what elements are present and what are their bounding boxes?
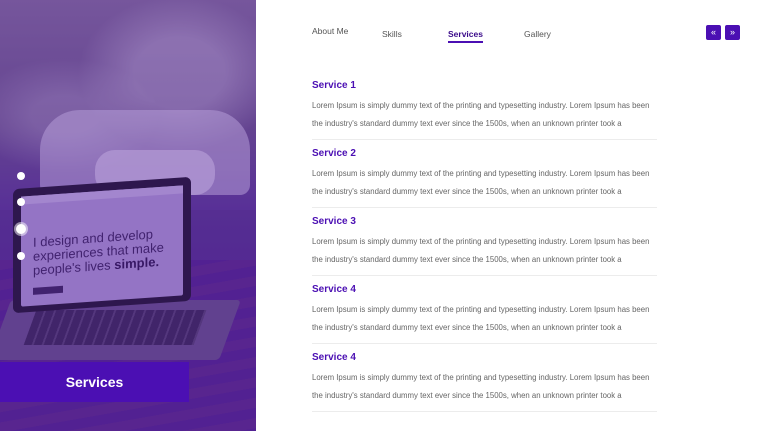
service-title: Service 3 <box>312 216 356 227</box>
service-item: Service 4 Lorem Ipsum is simply dummy te… <box>312 344 657 412</box>
nav-services[interactable]: Services <box>448 29 483 43</box>
dot-nav-item-3[interactable] <box>16 224 26 234</box>
section-title-banner: Services <box>0 362 189 402</box>
service-item: Service 2 Lorem Ipsum is simply dummy te… <box>312 140 657 208</box>
service-title: Service 2 <box>312 148 356 159</box>
double-chevron-left-icon: « <box>710 27 716 37</box>
dot-nav-item-2[interactable] <box>17 198 25 206</box>
nav-about-me[interactable]: About Me <box>312 26 348 36</box>
service-title: Service 1 <box>312 80 356 91</box>
service-title: Service 4 <box>312 352 356 363</box>
nav-gallery[interactable]: Gallery <box>524 29 551 39</box>
service-description: Lorem Ipsum is simply dummy text of the … <box>312 305 650 332</box>
services-list: Service 1 Lorem Ipsum is simply dummy te… <box>312 72 657 412</box>
hero-panel: I design and develop experiences that ma… <box>0 0 256 431</box>
prev-button[interactable]: « <box>706 25 721 40</box>
service-description: Lorem Ipsum is simply dummy text of the … <box>312 169 650 196</box>
dot-nav-item-1[interactable] <box>17 172 25 180</box>
service-item: Service 3 Lorem Ipsum is simply dummy te… <box>312 208 657 276</box>
double-chevron-right-icon: » <box>729 27 735 37</box>
service-description: Lorem Ipsum is simply dummy text of the … <box>312 373 650 400</box>
service-description: Lorem Ipsum is simply dummy text of the … <box>312 101 650 128</box>
dot-nav-item-4[interactable] <box>17 252 25 260</box>
section-dot-nav <box>14 172 28 278</box>
service-item: Service 1 Lorem Ipsum is simply dummy te… <box>312 72 657 140</box>
service-item: Service 4 Lorem Ipsum is simply dummy te… <box>312 276 657 344</box>
nav-skills[interactable]: Skills <box>382 29 402 39</box>
service-title: Service 4 <box>312 284 356 295</box>
section-title: Services <box>65 374 124 390</box>
next-button[interactable]: » <box>725 25 740 40</box>
service-description: Lorem Ipsum is simply dummy text of the … <box>312 237 650 264</box>
